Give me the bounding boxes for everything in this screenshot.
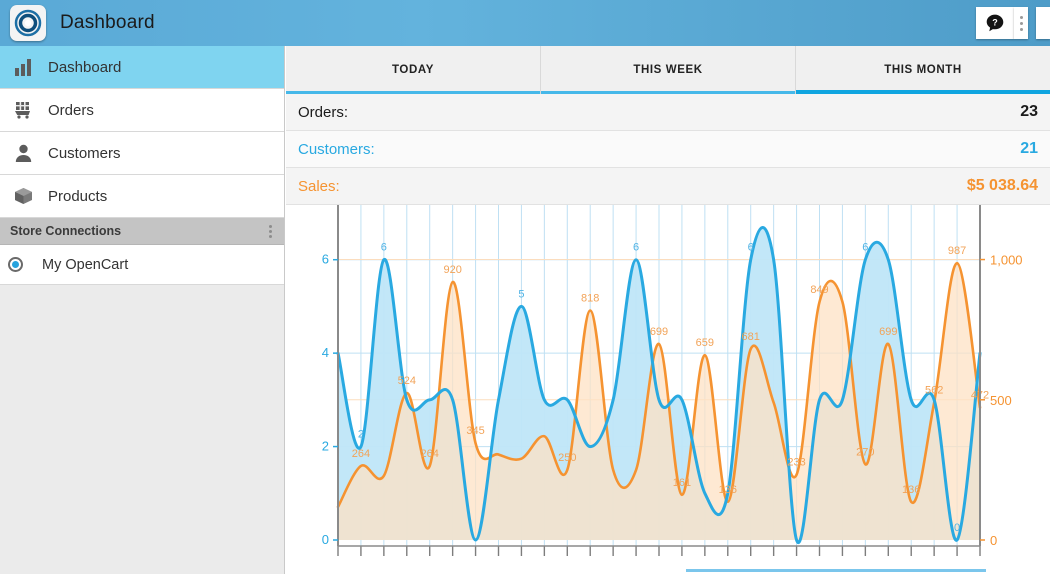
svg-text:5: 5 [518, 288, 524, 300]
svg-text:6: 6 [381, 242, 387, 254]
svg-text:2: 2 [322, 439, 329, 454]
overflow-dot [269, 234, 272, 238]
main-content: TODAY THIS WEEK THIS MONTH Orders: 23 Cu… [286, 46, 1050, 574]
chart-svg: 2645242649203452508186991616591366812338… [322, 205, 1023, 573]
stat-row-sales: Sales: $5 038.64 [286, 168, 1050, 205]
svg-text:250: 250 [558, 452, 576, 464]
svg-text:818: 818 [581, 293, 599, 305]
tab-label: THIS MONTH [884, 64, 962, 76]
stat-value: $5 038.64 [966, 177, 1038, 194]
svg-text:136: 136 [902, 484, 920, 496]
sidebar-item-store-connection[interactable]: My OpenCart [0, 245, 284, 285]
stat-label: Sales: [298, 177, 340, 195]
svg-text:136: 136 [719, 484, 737, 496]
app-bar: Dashboard ? [0, 0, 1050, 46]
overflow-dot [269, 229, 272, 233]
help-button[interactable]: ? [976, 7, 1014, 39]
svg-text:0: 0 [954, 522, 960, 534]
sidebar-item-label: Dashboard [48, 58, 122, 76]
svg-text:2: 2 [358, 429, 364, 441]
store-connection-label: My OpenCart [42, 256, 129, 273]
tab-this-month[interactable]: THIS MONTH [796, 46, 1050, 94]
help-question-icon: ? [986, 14, 1004, 32]
svg-text:6: 6 [862, 242, 868, 254]
sidebar-section-header: Store Connections [0, 218, 284, 245]
radio-selected-icon[interactable] [8, 257, 34, 272]
svg-text:0: 0 [322, 532, 329, 547]
svg-text:699: 699 [650, 326, 668, 338]
sidebar-section-menu-icon[interactable] [269, 224, 272, 238]
tab-label: TODAY [392, 64, 434, 76]
stat-row-orders: Orders: 23 [286, 94, 1050, 131]
svg-text:562: 562 [925, 385, 943, 397]
stat-value: 23 [1020, 103, 1038, 120]
box-package-icon [14, 187, 40, 205]
svg-text:233: 233 [787, 457, 805, 469]
overflow-dot [1019, 27, 1023, 31]
stat-label: Orders: [298, 103, 349, 121]
app-bar-actions: ? [976, 0, 1050, 46]
sidebar-item-label: Products [48, 187, 108, 205]
svg-text:6: 6 [322, 252, 329, 267]
svg-text:161: 161 [673, 477, 691, 489]
svg-text:264: 264 [352, 448, 370, 460]
svg-text:1,000: 1,000 [990, 253, 1023, 268]
stat-label: Customers: [298, 140, 375, 158]
app-logo-icon [10, 5, 46, 41]
stat-row-customers: Customers: 21 [286, 131, 1050, 168]
tab-bar: TODAY THIS WEEK THIS MONTH [286, 46, 1050, 94]
sidebar-item-label: Orders [48, 101, 94, 119]
svg-text:6: 6 [748, 242, 754, 254]
svg-text:?: ? [992, 17, 998, 27]
svg-text:524: 524 [398, 375, 416, 387]
overflow-menu-button[interactable] [1014, 7, 1028, 39]
svg-text:6: 6 [633, 242, 639, 254]
svg-text:987: 987 [948, 245, 966, 257]
sidebar-item-orders[interactable]: Orders [0, 89, 284, 132]
svg-text:849: 849 [810, 284, 828, 296]
sidebar-item-dashboard[interactable]: Dashboard [0, 46, 284, 89]
svg-text:920: 920 [443, 264, 461, 276]
svg-text:500: 500 [990, 393, 1012, 408]
sidebar-item-customers[interactable]: Customers [0, 132, 284, 175]
app-title: Dashboard [60, 12, 155, 33]
svg-text:0: 0 [990, 533, 997, 548]
tab-today[interactable]: TODAY [286, 46, 541, 94]
sidebar: Dashboard Orders Customers Products Stor… [0, 46, 285, 574]
tab-label: THIS WEEK [633, 64, 703, 76]
svg-text:270: 270 [856, 446, 874, 458]
dashboard-chart[interactable]: 264 524 264 920 345 250 818 699 161 659 136 681 233 8… [286, 205, 1050, 573]
edge-panel [1036, 7, 1050, 39]
bar-chart-icon [14, 58, 40, 76]
sidebar-item-label: Customers [48, 144, 121, 162]
svg-text:699: 699 [879, 326, 897, 338]
shopping-cart-icon [14, 101, 40, 119]
tab-this-week[interactable]: THIS WEEK [541, 46, 796, 94]
sidebar-item-products[interactable]: Products [0, 175, 284, 218]
overflow-dot [1019, 21, 1023, 25]
svg-text:681: 681 [742, 331, 760, 343]
sidebar-section-label: Store Connections [10, 224, 122, 238]
overflow-dot [269, 224, 272, 228]
svg-text:4: 4 [322, 345, 329, 360]
svg-text:345: 345 [466, 425, 484, 437]
overflow-dot [1019, 15, 1023, 19]
svg-text:659: 659 [696, 337, 714, 349]
stat-value: 21 [1020, 140, 1038, 157]
person-icon [14, 144, 40, 162]
svg-text:264: 264 [421, 448, 439, 460]
